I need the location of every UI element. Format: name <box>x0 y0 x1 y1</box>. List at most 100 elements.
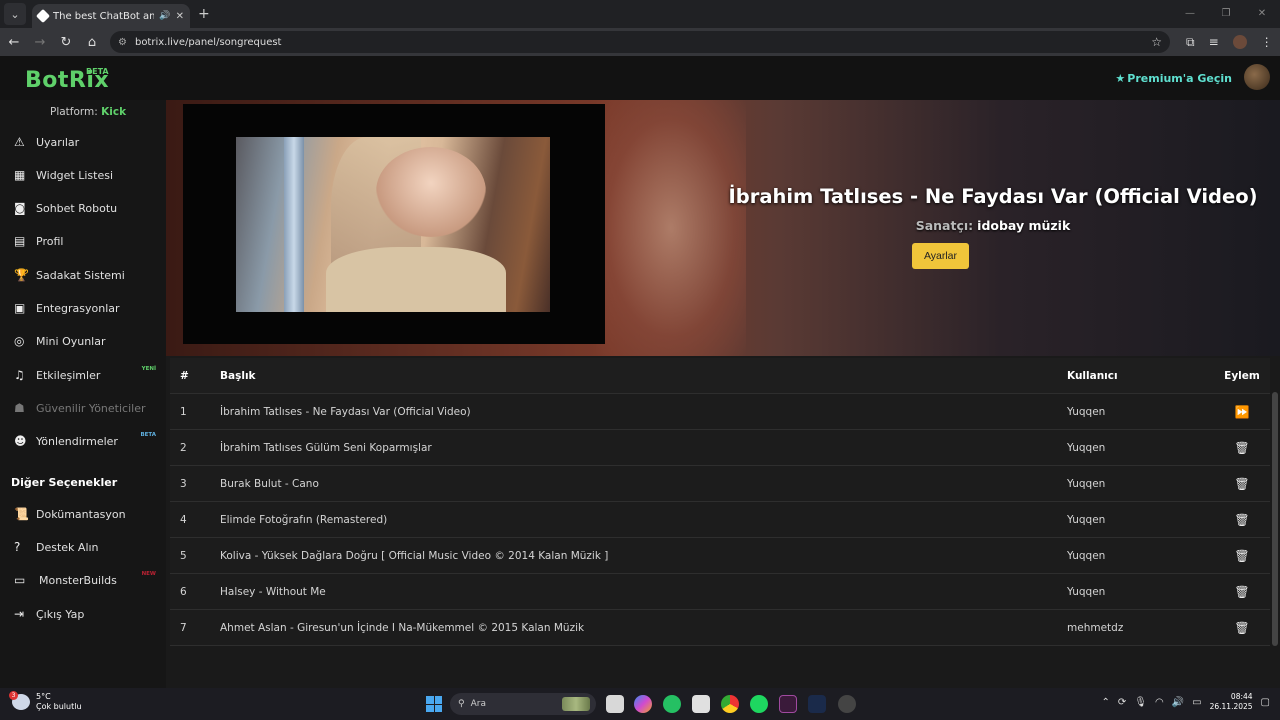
wifi-icon[interactable]: ◠ <box>1155 697 1164 708</box>
browser-menu-icon[interactable]: ⋮ <box>1261 35 1273 49</box>
close-tab-icon[interactable]: ✕ <box>176 11 184 22</box>
forward-icon[interactable]: → <box>28 35 52 50</box>
now-playing-artist: Sanatçı: idobay müzik <box>606 218 1280 233</box>
skip-icon[interactable]: ⏩ <box>1235 405 1250 419</box>
video-player[interactable] <box>183 104 605 344</box>
table-row: 6 Halsey - Without Me Yuqqen 🗑 <box>170 574 1270 610</box>
trash-icon[interactable]: 🗑 <box>1234 477 1249 491</box>
media-control-icon[interactable]: ≡ <box>1209 35 1219 49</box>
copilot-icon[interactable] <box>634 695 652 713</box>
store-icon[interactable] <box>692 695 710 713</box>
battery-icon[interactable]: ▭ <box>1192 697 1201 708</box>
grid-icon: ▦ <box>14 168 26 182</box>
header-title: Başlık <box>220 370 256 382</box>
settings-button[interactable]: Ayarlar <box>912 243 969 269</box>
bookmark-star-icon[interactable]: ☆ <box>1151 35 1162 49</box>
row-title: İbrahim Tatlıses - Ne Faydası Var (Offic… <box>220 406 471 418</box>
sidebar-item-profil[interactable]: ▤ Profil <box>0 228 166 254</box>
volume-icon[interactable]: 🔊 <box>1172 697 1184 708</box>
app-icon[interactable] <box>779 695 797 713</box>
address-bar[interactable]: ⚙ botrix.live/panel/songrequest ☆ <box>110 31 1170 53</box>
weather-widget[interactable]: 5°C Çok bulutlu <box>9 691 82 712</box>
sidebar-item-guvenilir-yoneticiler[interactable]: ☗ Güvenilir Yöneticiler <box>0 395 166 421</box>
table-scrollbar[interactable] <box>1272 392 1278 646</box>
sidebar-item-label: Profil <box>36 234 64 248</box>
tab-search-button[interactable]: ⌄ <box>4 3 26 25</box>
id-card-icon: ▤ <box>14 234 26 248</box>
sidebar-item-yonlendirmeler[interactable]: ☻ Yönlendirmeler BETA <box>0 428 166 454</box>
extensions-icon[interactable]: ⧉ <box>1186 35 1195 50</box>
face-shape <box>376 147 486 237</box>
close-window-button[interactable]: ✕ <box>1244 0 1280 28</box>
speaker-icon[interactable]: 🔊 <box>159 11 170 21</box>
sidebar-item-etkilesimler[interactable]: ♫ Etkileşimler YENİ <box>0 362 166 388</box>
row-user: Yuqqen <box>1067 514 1106 526</box>
beta-badge: BETA <box>86 67 109 76</box>
row-title: Halsey - Without Me <box>220 586 326 598</box>
premium-label: Premium'a Geçin <box>1127 72 1232 85</box>
trash-icon[interactable]: 🗑 <box>1234 621 1249 635</box>
robot-icon: ◙ <box>14 201 26 215</box>
steam-icon[interactable] <box>808 695 826 713</box>
sync-icon[interactable]: ⟳ <box>1118 697 1126 708</box>
sidebar-item-widget-listesi[interactable]: ▦ Widget Listesi <box>0 162 166 188</box>
sidebar-item-cikis-yap[interactable]: ⇥ Çıkış Yap <box>0 601 166 627</box>
sidebar-item-label: Sadakat Sistemi <box>36 268 125 282</box>
row-user: Yuqqen <box>1067 478 1106 490</box>
weather-desc: Çok bulutlu <box>36 702 82 711</box>
table-row: 4 Elimde Fotoğrafın (Remastered) Yuqqen … <box>170 502 1270 538</box>
windows-start-icon[interactable] <box>426 696 442 712</box>
restore-button[interactable]: ❐ <box>1208 0 1244 28</box>
user-avatar[interactable] <box>1244 64 1270 90</box>
game-app-icon[interactable] <box>838 695 856 713</box>
trophy-icon: 🏆 <box>14 268 29 282</box>
sidebar-item-label: MonsterBuilds <box>39 573 117 587</box>
new-badge: NEW <box>141 571 156 577</box>
taskbar-search[interactable]: ⚲ Ara <box>450 693 596 715</box>
sidebar-item-label: Etkileşimler <box>36 368 101 382</box>
sidebar-item-monsterbuilds[interactable]: ▭ MonsterBuilds NEW <box>0 567 166 593</box>
chrome-icon[interactable] <box>721 695 739 713</box>
row-title: Ahmet Aslan - Giresun'un İçinde I Na-Mük… <box>220 622 585 634</box>
chevron-up-icon[interactable]: ⌃ <box>1101 697 1109 708</box>
url-text: botrix.live/panel/songrequest <box>134 36 282 48</box>
premium-link[interactable]: ★ Premium'a Geçin <box>1115 72 1232 85</box>
sidebar-item-sadakat-sistemi[interactable]: 🏆 Sadakat Sistemi <box>0 262 166 288</box>
sidebar-item-sohbet-robotu[interactable]: ◙ Sohbet Robotu <box>0 195 166 221</box>
minimize-button[interactable]: — <box>1172 0 1208 28</box>
row-user: Yuqqen <box>1067 586 1106 598</box>
whatsapp-icon[interactable] <box>663 695 681 713</box>
microphone-icon[interactable]: 🎙 <box>1134 697 1147 708</box>
sidebar-item-entegrasyonlar[interactable]: ▣ Entegrasyonlar <box>0 295 166 321</box>
row-num: 7 <box>180 622 187 634</box>
new-tab-button[interactable]: + <box>198 6 210 22</box>
row-user: Yuqqen <box>1067 442 1106 454</box>
favicon-icon <box>35 8 51 24</box>
sidebar-item-dokumantasyon[interactable]: 📜 Dokümantasyon <box>0 501 166 527</box>
trash-icon[interactable]: 🗑 <box>1234 441 1249 455</box>
trash-icon[interactable]: 🗑 <box>1234 513 1249 527</box>
song-queue-table: # Başlık Kullanıcı Eylem 1 İbrahim Tatlı… <box>170 358 1270 646</box>
windows-taskbar: 5°C Çok bulutlu ⚲ Ara ⌃ ⟳ 🎙 ◠ 🔊 ▭ 08:44 … <box>0 688 1280 720</box>
system-tray: ⌃ ⟳ 🎙 ◠ 🔊 ▭ 08:44 26.11.2025 ▢ <box>1101 692 1270 712</box>
app-header: BotRix BETA ★ Premium'a Geçin <box>0 56 1280 100</box>
trash-icon[interactable]: 🗑 <box>1234 549 1249 563</box>
song-request-panel: İbrahim Tatlıses - Ne Faydası Var (Offic… <box>166 100 1280 688</box>
now-playing-title: İbrahim Tatlıses - Ne Faydası Var (Offic… <box>728 185 1258 208</box>
profile-avatar[interactable] <box>1232 35 1247 49</box>
time: 08:44 <box>1230 692 1253 701</box>
task-view-icon[interactable] <box>606 695 624 713</box>
laptop-icon: ▭ <box>14 573 26 587</box>
sidebar-item-uyarilar[interactable]: ⚠ Uyarılar <box>0 129 166 155</box>
back-icon[interactable]: ← <box>2 35 26 50</box>
reload-icon[interactable]: ↻ <box>54 35 78 50</box>
home-icon[interactable]: ⌂ <box>80 35 104 50</box>
sidebar-item-mini-oyunlar[interactable]: ◎ Mini Oyunlar <box>0 328 166 354</box>
clock[interactable]: 08:44 26.11.2025 <box>1210 692 1253 712</box>
notification-icon[interactable]: ▢ <box>1261 697 1270 708</box>
spotify-icon[interactable] <box>750 695 768 713</box>
browser-tab[interactable]: The best ChatBot and Wid 🔊 ✕ <box>32 4 190 28</box>
site-info-icon[interactable]: ⚙ <box>118 37 127 48</box>
trash-icon[interactable]: 🗑 <box>1234 585 1249 599</box>
sidebar-item-destek-alin[interactable]: ? Destek Alın <box>0 534 166 560</box>
